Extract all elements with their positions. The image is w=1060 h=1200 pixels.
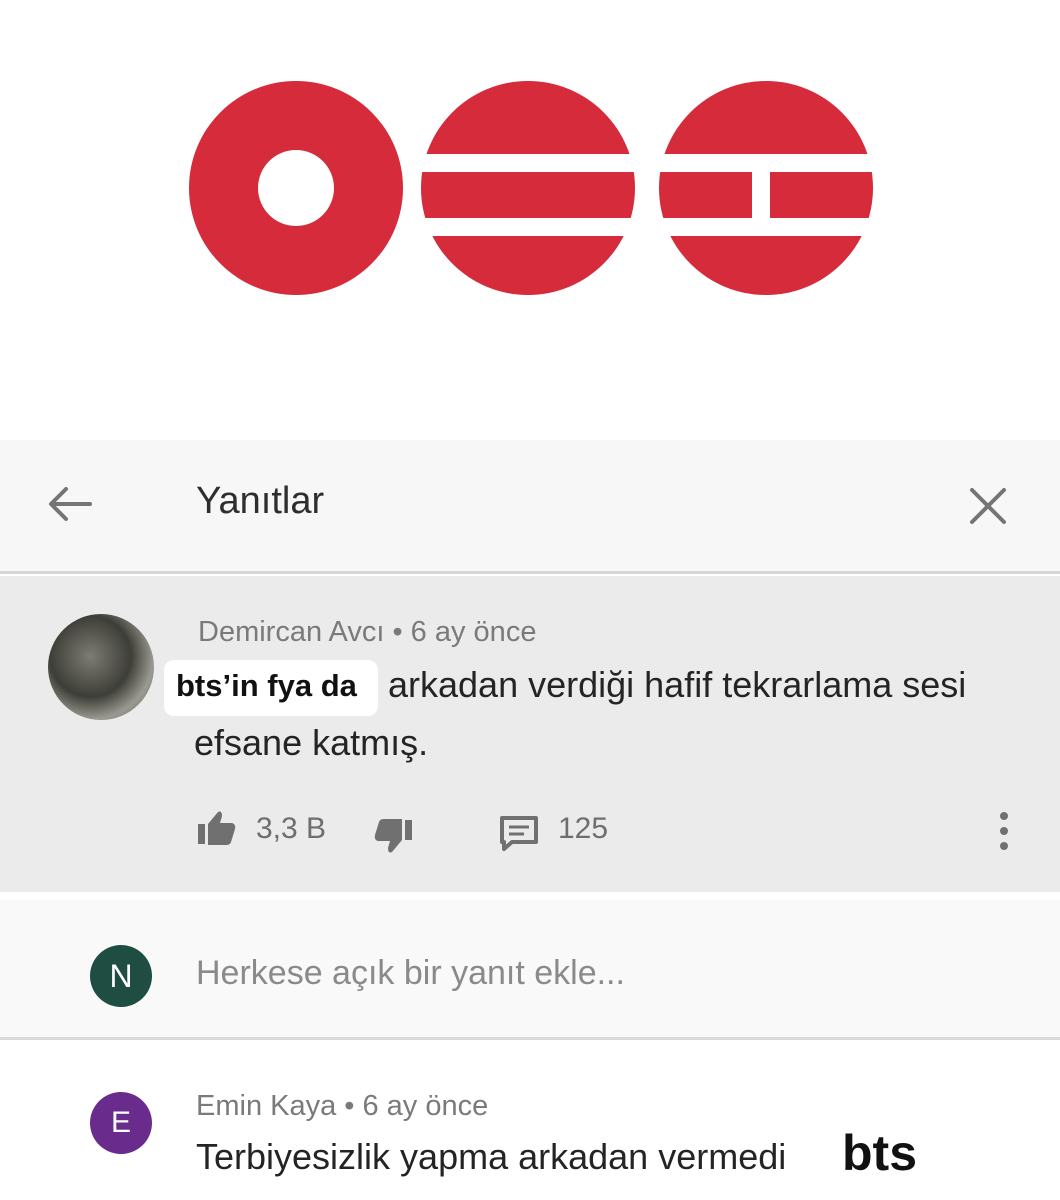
thumbs-up-icon[interactable] bbox=[196, 808, 238, 848]
three-red-circle-logo bbox=[189, 81, 873, 295]
reply-author-meta: Emin Kaya • 6 ay önce bbox=[196, 1090, 489, 1122]
logo-circle-right bbox=[659, 81, 873, 295]
close-icon[interactable] bbox=[966, 484, 1010, 528]
avatar[interactable] bbox=[48, 614, 154, 720]
reply-count: 125 bbox=[558, 812, 609, 845]
comment-icon[interactable] bbox=[498, 814, 540, 852]
overlay-tag-text: bts bbox=[842, 1125, 917, 1181]
avatar: N bbox=[90, 945, 152, 1007]
thumbs-down-icon[interactable] bbox=[372, 816, 414, 856]
like-count: 3,3 B bbox=[256, 812, 327, 845]
replies-header bbox=[0, 440, 1060, 574]
more-vert-icon[interactable] bbox=[994, 810, 1014, 852]
comment-text-line: efsane katmış. bbox=[194, 722, 429, 763]
logo-area bbox=[0, 0, 1060, 440]
comment-author-meta: Demircan Avcı • 6 ay önce bbox=[198, 616, 537, 648]
overlay-label-text: bts’in fya da bbox=[176, 668, 357, 703]
reply-input[interactable] bbox=[196, 954, 996, 993]
page-title: Yanıtlar bbox=[196, 480, 325, 522]
comment-text-line: arkadan verdiği hafif tekrarlama sesi bbox=[388, 664, 967, 705]
reply-text: Terbiyesizlik yapma arkadan vermedi bbox=[196, 1136, 787, 1177]
avatar[interactable]: E bbox=[90, 1092, 152, 1154]
arrow-left-icon[interactable] bbox=[44, 484, 94, 524]
logo-circle-middle bbox=[421, 81, 635, 295]
logo-circle-left bbox=[189, 81, 403, 295]
